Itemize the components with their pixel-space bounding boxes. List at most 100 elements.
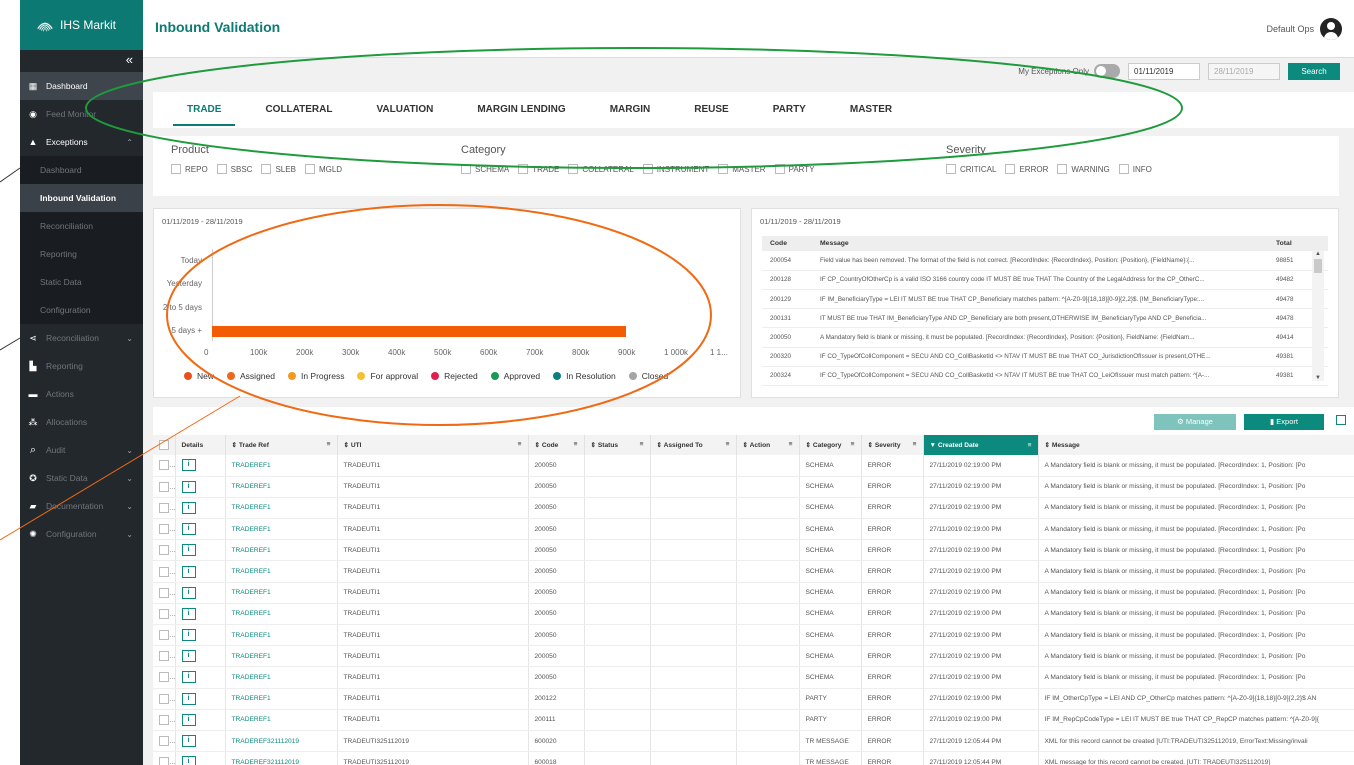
column-header-assigned-to[interactable]: ⇕ Assigned To ≡ [650,435,737,455]
column-header-status[interactable]: ⇕ Status ≡ [584,435,651,455]
row-checkbox[interactable] [159,693,169,704]
row-checkbox[interactable] [159,714,169,725]
row-checkbox[interactable] [159,566,169,577]
product-checkbox-sleb[interactable] [261,164,272,174]
message-row[interactable]: 200131 IT MUST BE true THAT IM_Beneficiar… [762,308,1328,329]
message-row[interactable]: 200324 IF CO_TypeOfCollComponent = SECU A… [762,366,1328,387]
table-row[interactable]: i TRADEREF321112019 TRADEUTI325112019 60001… [153,751,1354,765]
tab-margin[interactable]: MARGIN [588,92,673,128]
sub-item-dashboard[interactable]: Dashboard [20,156,143,184]
sub-item-static-data[interactable]: Static Data [20,268,143,296]
column-header-uti[interactable]: ⇕ UTI ≡ [337,435,529,455]
tab-master[interactable]: MASTER [828,92,914,128]
message-row[interactable]: 200320 IF CO_TypeOfCollComponent = SECU A… [762,347,1328,367]
table-row[interactable]: i TRADEREF1 TRADEUTI1 200050 SCHEMA ERROR 27/1… [153,603,1354,626]
manage-button[interactable]: ⚙ Manage [1154,414,1236,430]
severity-checkbox-warning[interactable] [1057,164,1068,174]
table-row[interactable]: i TRADEREF1 TRADEUTI1 200050 SCHEMA ERROR 27/1… [153,476,1354,498]
row-checkbox[interactable] [159,757,169,765]
collapse-sidebar-button[interactable]: « [20,50,143,72]
category-checkbox-master[interactable] [718,164,729,174]
column-header-action[interactable]: ⇕ Action ≡ [736,435,800,455]
search-button[interactable]: Search [1288,62,1340,80]
tab-reuse[interactable]: REUSE [672,92,750,128]
info-icon[interactable]: i [181,480,196,493]
cell-trade-ref[interactable]: TRADEREF321112019 [225,751,338,765]
column-menu-icon[interactable]: ≡ [913,441,917,448]
select-all-checkbox[interactable] [159,440,169,450]
cell-trade-ref[interactable]: TRADEREF1 [225,539,338,562]
sidebar-item-dashboard[interactable]: ▦ Dashboard [20,72,143,100]
cell-trade-ref[interactable]: TRADEREF321112019 [225,730,338,753]
legend-item-in-progress[interactable]: In Progress [287,371,344,381]
column-menu-icon[interactable]: ≡ [726,441,730,448]
sidebar-item-configuration[interactable]: ✺ Configuration ⌄ [20,520,143,548]
sidebar-item-allocations[interactable]: ⁂ Allocations [20,408,143,436]
product-checkbox-mgld[interactable] [304,164,315,174]
category-checkbox-schema[interactable] [461,164,471,174]
table-row[interactable]: i TRADEREF1 TRADEUTI1 200050 SCHEMA ERROR 27/1… [153,539,1354,562]
column-header-created-date[interactable]: ▼ Created Date ≡ [923,435,1039,455]
column-header-details[interactable]: Details [175,435,226,455]
table-row[interactable]: i TRADEREF321112019 TRADEUTI325112019 60002… [153,730,1354,753]
message-scrollbar[interactable]: ▲ ▼ [1312,251,1324,381]
row-checkbox[interactable] [159,630,169,641]
column-menu-icon[interactable]: ≡ [789,441,793,448]
message-row[interactable]: 200129 IF IM_BeneficiaryType = LEI IT MUS… [762,289,1328,310]
sidebar-item-exceptions[interactable]: ▲ Exceptions ⌃ [20,128,143,156]
tab-party[interactable]: PARTY [751,92,828,128]
bar-3[interactable] [212,326,626,337]
tab-trade[interactable]: TRADE [165,92,243,128]
cell-trade-ref[interactable]: TRADEREF1 [225,645,338,668]
row-checkbox[interactable] [159,545,169,556]
severity-checkbox-info[interactable] [1118,164,1129,174]
info-icon[interactable]: i [181,459,196,472]
brand[interactable]: IHS Markit [20,0,143,50]
sub-item-inbound-validation[interactable]: Inbound Validation [20,184,143,212]
table-row[interactable]: i TRADEREF1 TRADEUTI1 200122 PARTY ERROR 27/11… [153,688,1354,710]
sub-item-reconciliation[interactable]: Reconciliation [20,212,143,240]
sidebar-item-reconciliation[interactable]: ⋖ Reconciliation ⌄ [20,324,143,352]
tab-margin-lending[interactable]: MARGIN LENDING [455,92,587,128]
table-row[interactable]: i TRADEREF1 TRADEUTI1 200050 SCHEMA ERROR 27/1… [153,497,1354,520]
row-checkbox[interactable] [159,587,169,598]
column-header-code[interactable]: ⇕ Code ≡ [528,435,585,455]
legend-item-approved[interactable]: Approved [490,371,540,381]
expand-icon[interactable] [1336,415,1346,425]
column-header-category[interactable]: ⇕ Category ≡ [799,435,862,455]
sidebar-item-reporting[interactable]: ▙ Reporting [20,352,143,380]
date-from-input[interactable]: 01/11/2019 [1128,62,1200,80]
legend-item-closed[interactable]: Closed [628,371,668,381]
info-icon[interactable]: i [181,586,196,599]
product-checkbox-sbsc[interactable] [216,164,227,174]
column-menu-icon[interactable]: ≡ [518,441,522,448]
cell-trade-ref[interactable]: TRADEREF1 [225,476,338,498]
cell-trade-ref[interactable]: TRADEREF1 [225,624,338,647]
table-row[interactable]: i TRADEREF1 TRADEUTI1 200050 SCHEMA ERROR 27/1… [153,518,1354,541]
legend-item-new[interactable]: New [184,371,214,381]
sidebar-item-audit[interactable]: ⌕ Audit ⌄ [20,436,143,464]
category-checkbox-instrument[interactable] [642,164,653,174]
row-checkbox[interactable] [159,524,169,535]
info-icon[interactable]: i [181,713,196,726]
sidebar-item-documentation[interactable]: ▰ Documentation ⌄ [20,492,143,520]
row-checkbox[interactable] [159,460,169,471]
row-checkbox[interactable] [159,736,169,747]
table-row[interactable]: i TRADEREF1 TRADEUTI1 200050 SCHEMA ERROR 27/1… [153,560,1354,583]
row-checkbox[interactable] [159,481,169,492]
message-row[interactable]: 200128 IF CP_CountryOfOtherCp is a valid … [762,270,1328,290]
row-checkbox[interactable] [159,608,169,619]
column-menu-icon[interactable]: ≡ [1028,442,1032,449]
message-row[interactable]: 200050 A Mandatory field is blank or miss… [762,327,1328,348]
sidebar-item-static-data[interactable]: ✪ Static Data ⌄ [20,464,143,492]
scroll-up-icon[interactable]: ▲ [1312,251,1324,257]
info-icon[interactable]: i [181,629,196,642]
table-row[interactable]: i TRADEREF1 TRADEUTI1 200111 PARTY ERROR 27/11… [153,709,1354,731]
cell-trade-ref[interactable]: TRADEREF1 [225,582,338,604]
table-row[interactable]: i TRADEREF1 TRADEUTI1 200050 SCHEMA ERROR 27/1… [153,582,1354,604]
user-menu[interactable]: Default Ops [1266,18,1342,40]
table-row[interactable]: i TRADEREF1 TRADEUTI1 200050 SCHEMA ERROR 27/1… [153,666,1354,689]
info-icon[interactable]: i [181,650,196,663]
info-icon[interactable]: i [181,523,196,536]
scroll-thumb[interactable] [1314,259,1322,273]
